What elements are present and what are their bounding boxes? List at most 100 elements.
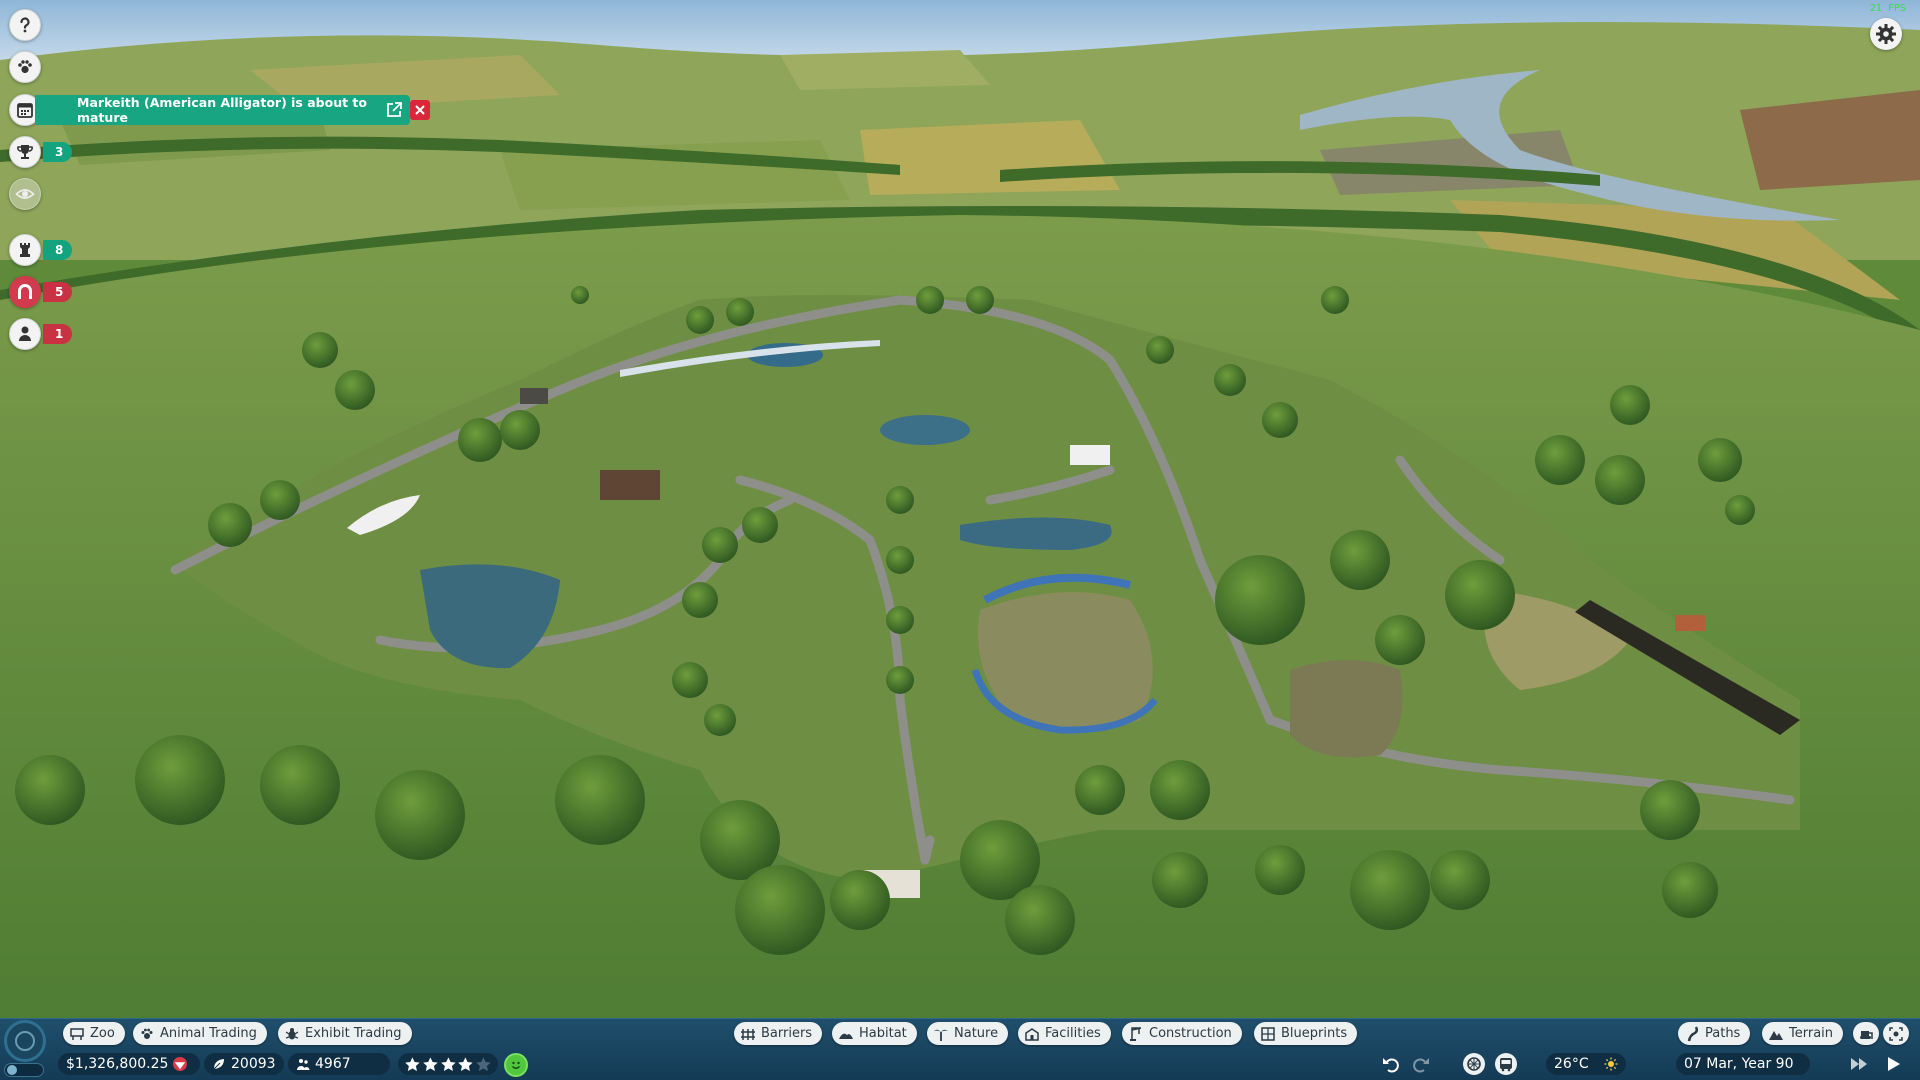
bulldoze-button[interactable] (1853, 1022, 1879, 1045)
keepers-count-badge: 8 (43, 240, 73, 260)
construction-button[interactable]: Construction (1122, 1022, 1242, 1045)
leaf-icon (213, 1059, 224, 1070)
notification-text: Markeith (American Alligator) is about t… (77, 95, 367, 125)
trophy-icon (17, 145, 33, 159)
overlay-toggle[interactable] (4, 1063, 44, 1077)
money-trend-down-icon (173, 1057, 188, 1071)
path-icon (1687, 1025, 1699, 1041)
facilities-count-badge: 5 (43, 282, 73, 302)
sun-icon (1604, 1057, 1618, 1071)
notification-close-button[interactable] (410, 100, 430, 120)
chess-rook-icon (20, 243, 30, 257)
conservation-credits-value: 20093 (231, 1056, 276, 1072)
fps-counter: 21 FPS (1869, 3, 1906, 14)
bus-icon (1500, 1058, 1512, 1072)
paw-icon (18, 60, 32, 74)
terrain-label: Terrain (1789, 1026, 1834, 1041)
bug-icon (285, 1027, 299, 1039)
external-link-icon[interactable] (385, 101, 403, 119)
redo-button[interactable] (1410, 1053, 1432, 1075)
paw-icon (141, 1028, 153, 1039)
barriers-button[interactable]: Barriers (734, 1022, 823, 1045)
date-display: 07 Mar, Year 90 (1676, 1053, 1810, 1075)
staff-view-button[interactable] (1495, 1053, 1517, 1075)
undo-icon (1383, 1058, 1399, 1073)
guest-count-display[interactable]: 4967 (288, 1053, 390, 1075)
play-icon (1888, 1057, 1900, 1071)
star-empty-icon (476, 1056, 491, 1071)
paths-label: Paths (1705, 1026, 1741, 1041)
staff-button[interactable] (9, 318, 41, 350)
camera-mode-icon (15, 1031, 35, 1051)
habitat-icon (839, 1033, 853, 1039)
star-filled-icon (405, 1056, 420, 1071)
zoo-sign-icon (70, 1027, 84, 1040)
habitat-button[interactable]: Habitat (832, 1022, 917, 1045)
arch-icon (18, 284, 32, 299)
animal-trading-label: Animal Trading (160, 1026, 257, 1041)
barriers-label: Barriers (761, 1026, 813, 1041)
guest-view-button[interactable] (1463, 1053, 1485, 1075)
animal-trading-button[interactable]: Animal Trading (133, 1022, 267, 1045)
zoo-button[interactable]: Zoo (63, 1022, 125, 1045)
eye-icon (15, 189, 35, 199)
crane-icon (1130, 1026, 1142, 1041)
zoo-rating-stars[interactable] (398, 1053, 498, 1075)
palm-tree-icon (934, 1029, 948, 1041)
camera-capture-button[interactable] (1883, 1022, 1909, 1045)
calendar-icon (17, 103, 33, 118)
temperature-display: 26°C (1546, 1053, 1626, 1075)
blueprint-icon (1261, 1026, 1275, 1041)
bulldozer-icon (1860, 1030, 1873, 1039)
notification-toast[interactable]: Markeith (American Alligator) is about t… (35, 95, 430, 125)
question-icon (20, 17, 30, 33)
animals-button[interactable] (9, 51, 41, 83)
temperature-value: 26°C (1554, 1056, 1589, 1072)
settings-button[interactable] (1870, 18, 1902, 50)
fast-forward-button[interactable] (1848, 1053, 1870, 1075)
view-toggle-button[interactable] (9, 178, 41, 210)
paths-button[interactable]: Paths (1678, 1022, 1751, 1045)
camera-mode-button[interactable] (4, 1020, 46, 1062)
zoo-overview-scene[interactable] (0, 0, 1920, 1080)
facilities-label: Facilities (1045, 1026, 1101, 1041)
objectives-count-badge: 3 (43, 142, 73, 162)
fast-forward-icon (1851, 1058, 1867, 1070)
person-icon (19, 326, 31, 341)
building-icon (1025, 1027, 1039, 1041)
terrain-button[interactable]: Terrain (1762, 1022, 1844, 1045)
ferris-wheel-icon (1467, 1057, 1481, 1071)
objectives-button[interactable] (9, 136, 41, 168)
star-filled-icon (458, 1056, 474, 1071)
conservation-credits-display[interactable]: 20093 (204, 1053, 284, 1075)
nature-label: Nature (954, 1026, 999, 1041)
facilities-alert-button[interactable] (9, 276, 41, 308)
construction-label: Construction (1149, 1026, 1232, 1041)
exhibit-trading-button[interactable]: Exhibit Trading (278, 1022, 412, 1045)
zoo-button-label: Zoo (90, 1026, 115, 1041)
close-icon (415, 105, 425, 115)
redo-icon (1413, 1058, 1429, 1073)
facilities-button[interactable]: Facilities (1018, 1022, 1111, 1045)
money-value: $1,326,800.25 (66, 1056, 169, 1072)
guest-count-value: 4967 (315, 1056, 351, 1072)
keepers-button[interactable] (9, 234, 41, 266)
gear-icon (1876, 24, 1896, 44)
date-value: 07 Mar, Year 90 (1684, 1056, 1794, 1072)
blueprints-button[interactable]: Blueprints (1254, 1022, 1358, 1045)
habitat-label: Habitat (859, 1026, 907, 1041)
guest-happiness-icon[interactable] (504, 1053, 528, 1077)
play-button[interactable] (1882, 1053, 1904, 1075)
staff-count-badge: 1 (43, 324, 73, 344)
nature-button[interactable]: Nature (927, 1022, 1009, 1045)
star-filled-icon (422, 1056, 438, 1071)
undo-button[interactable] (1380, 1053, 1402, 1075)
star-filled-icon (440, 1056, 456, 1071)
money-display[interactable]: $1,326,800.25 (58, 1053, 200, 1075)
camera-frame-icon (1889, 1026, 1903, 1041)
fence-icon (741, 1028, 755, 1040)
help-button[interactable] (9, 9, 41, 41)
exhibit-trading-label: Exhibit Trading (305, 1026, 402, 1041)
toggle-knob (7, 1065, 17, 1075)
mountain-icon (1769, 1030, 1783, 1040)
